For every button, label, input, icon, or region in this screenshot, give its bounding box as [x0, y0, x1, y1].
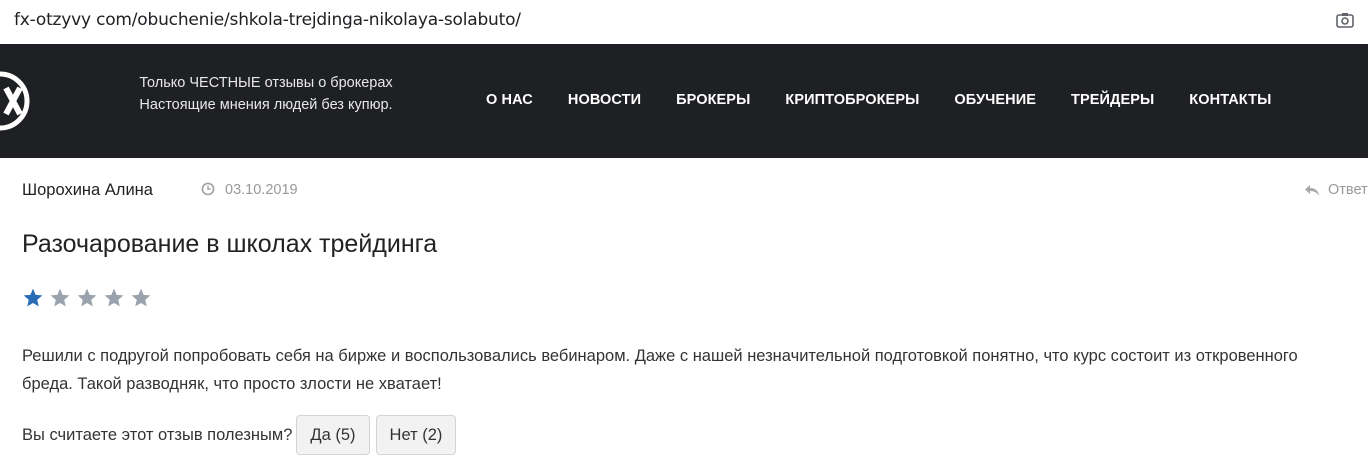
- review-date: 03.10.2019: [225, 182, 298, 198]
- nav-about[interactable]: О НАС: [486, 92, 533, 108]
- clock-icon: [201, 182, 215, 196]
- url-text[interactable]: fx-otzyvy com/obuchenie/shkola-trejdinga…: [14, 10, 521, 30]
- review-author: Шорохина Алина: [22, 181, 153, 199]
- reply-link[interactable]: Ответ: [1304, 182, 1368, 198]
- nav-traders[interactable]: ТРЕЙДЕРЫ: [1071, 92, 1154, 108]
- tagline-line-2: Настоящие мнения людей без купюр.: [139, 97, 393, 113]
- helpful-vote: Вы считаете этот отзыв полезным? Да (5) …: [22, 415, 462, 455]
- site-tagline: Только ЧЕСТНЫЕ отзывы о брокерах Настоящ…: [116, 72, 416, 116]
- site-logo[interactable]: [0, 58, 30, 144]
- nav-cryptobrokers[interactable]: КРИПТОБРОКЕРЫ: [785, 92, 919, 108]
- nav-education[interactable]: ОБУЧЕНИЕ: [954, 92, 1036, 108]
- reply-label[interactable]: Ответ: [1328, 182, 1368, 198]
- rating-stars: [22, 287, 157, 309]
- main-nav: О НАС НОВОСТИ БРОКЕРЫ КРИПТОБРОКЕРЫ ОБУЧ…: [486, 92, 1306, 108]
- review-text: Решили с подругой попробовать себя на би…: [22, 347, 1298, 393]
- vote-no-button[interactable]: Нет (2): [375, 415, 457, 455]
- helpful-question: Вы считаете этот отзыв полезным?: [22, 425, 293, 444]
- review-title: Разочарование в школах трейдинга: [22, 230, 438, 258]
- vote-yes-button[interactable]: Да (5): [296, 415, 370, 455]
- nav-brokers[interactable]: БРОКЕРЫ: [676, 92, 750, 108]
- site-header: Только ЧЕСТНЫЕ отзывы о брокерах Настоящ…: [0, 44, 1368, 158]
- tagline-line-1: Только ЧЕСТНЫЕ отзывы о брокерах: [139, 75, 393, 91]
- star-icon: [104, 288, 124, 307]
- star-icon: [131, 288, 151, 307]
- address-bar[interactable]: fx-otzyvy com/obuchenie/shkola-trejdinga…: [0, 0, 1368, 44]
- star-icon: [50, 288, 70, 307]
- camera-icon[interactable]: [1336, 12, 1354, 28]
- star-icon: [23, 288, 43, 307]
- nav-contacts[interactable]: КОНТАКТЫ: [1189, 92, 1271, 108]
- nav-news[interactable]: НОВОСТИ: [568, 92, 641, 108]
- star-icon: [77, 288, 97, 307]
- reply-icon: [1305, 185, 1319, 196]
